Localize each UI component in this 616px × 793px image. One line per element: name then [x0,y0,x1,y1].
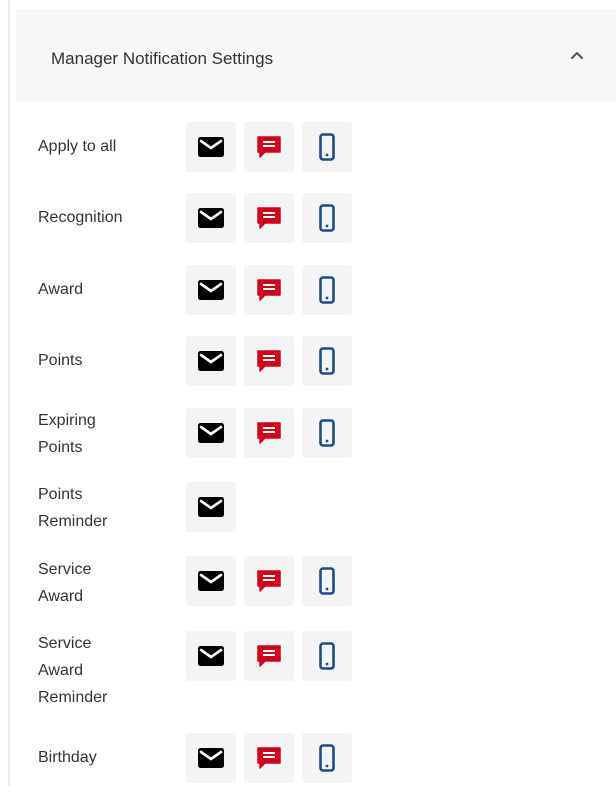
notification-row-label: Expiring Points [38,412,96,456]
smartphone-icon [319,204,335,232]
sms-toggle-button[interactable] [244,556,294,606]
sms-toggle-button[interactable] [244,733,294,783]
envelope-icon [198,646,224,666]
message-icon [257,350,281,372]
panel-title: Manager Notification Settings [51,49,274,68]
notification-row-label: Service Award Reminder [38,635,108,706]
envelope-icon [198,137,224,157]
mobile-toggle-button[interactable] [302,408,352,458]
email-toggle-button[interactable] [186,556,236,606]
email-toggle-button[interactable] [186,193,236,243]
envelope-icon [198,351,224,371]
notification-row: Service Award [38,556,368,616]
smartphone-icon [319,347,335,375]
message-icon [257,136,281,158]
notification-row-label: Points [38,352,83,369]
envelope-icon [198,571,224,591]
envelope-icon [198,748,224,768]
mobile-toggle-button[interactable] [302,336,352,386]
notification-row-label: Points Reminder [38,486,108,530]
notification-row: Service Award Reminder [38,631,368,706]
notification-row: Points [38,336,368,396]
email-toggle-button[interactable] [186,408,236,458]
chevron-up-icon[interactable] [569,48,585,62]
email-toggle-button[interactable] [186,733,236,783]
envelope-icon [198,208,224,228]
message-icon [257,279,281,301]
smartphone-icon [319,419,335,447]
sms-toggle-button[interactable] [244,193,294,243]
mobile-toggle-button[interactable] [302,733,352,783]
notification-row-label: Recognition [38,209,123,226]
email-toggle-button[interactable] [186,336,236,386]
mobile-toggle-button[interactable] [302,556,352,606]
envelope-icon [198,497,224,517]
mobile-toggle-button[interactable] [302,631,352,681]
notification-row-label: Apply to all [38,138,117,155]
message-icon [257,645,281,667]
smartphone-icon [319,276,335,304]
email-toggle-button[interactable] [186,265,236,315]
sms-toggle-button[interactable] [244,631,294,681]
notification-row: Apply to all [38,122,368,182]
message-icon [257,747,281,769]
mobile-toggle-button[interactable] [302,265,352,315]
smartphone-icon [319,133,335,161]
notification-row: Award [38,265,368,325]
notification-row: Points Reminder [38,482,368,542]
email-toggle-button[interactable] [186,631,236,681]
message-icon [257,207,281,229]
sms-toggle-button[interactable] [244,336,294,386]
smartphone-icon [319,567,335,595]
notification-row: Recognition [38,193,368,253]
panel-header[interactable]: Manager Notification Settings [16,10,616,101]
smartphone-icon [319,744,335,772]
message-icon [257,422,281,444]
mobile-toggle-button[interactable] [302,122,352,172]
page-divider [8,0,10,786]
sms-toggle-button[interactable] [244,122,294,172]
mobile-toggle-button[interactable] [302,193,352,243]
notification-row: Expiring Points [38,408,368,468]
sms-toggle-button[interactable] [244,408,294,458]
envelope-icon [198,280,224,300]
notification-row-label: Award [38,281,84,298]
notification-row: Birthday [38,733,368,793]
smartphone-icon [319,642,335,670]
envelope-icon [198,423,224,443]
email-toggle-button[interactable] [186,482,236,532]
sms-toggle-button[interactable] [244,265,294,315]
notification-row-label: Birthday [38,749,97,766]
message-icon [257,570,281,592]
email-toggle-button[interactable] [186,122,236,172]
notification-row-label: Service Award [38,561,92,605]
